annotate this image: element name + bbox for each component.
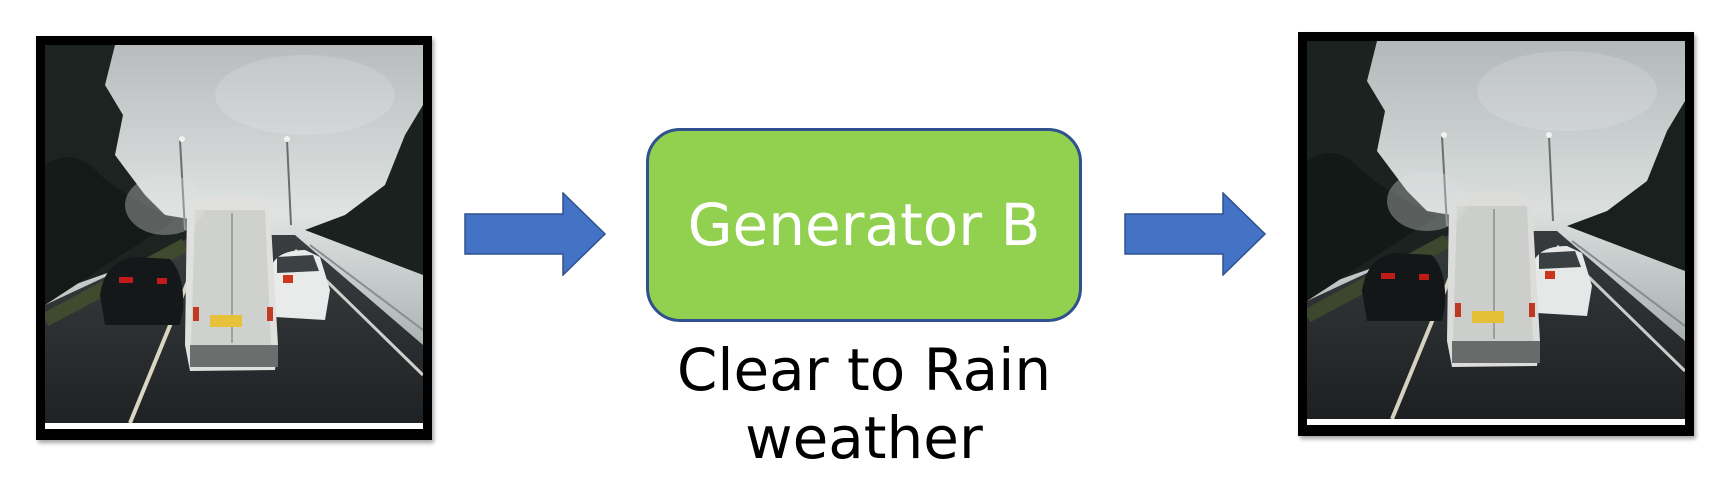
output-image-underline (1307, 419, 1685, 425)
output-road-image (1307, 41, 1685, 419)
right-arrow-icon (464, 192, 606, 276)
transformation-caption: Clear to Rain weather (604, 336, 1124, 472)
generator-b-box: Generator B (646, 128, 1082, 322)
input-image-underline (45, 423, 423, 429)
generator-label: Generator B (687, 191, 1041, 259)
input-image-frame (36, 36, 432, 440)
output-image-frame (1298, 32, 1694, 436)
input-road-image (45, 45, 423, 423)
caption-line-1: Clear to Rain (676, 336, 1052, 404)
right-arrow-icon (1124, 192, 1266, 276)
caption-line-2: weather (745, 404, 983, 472)
